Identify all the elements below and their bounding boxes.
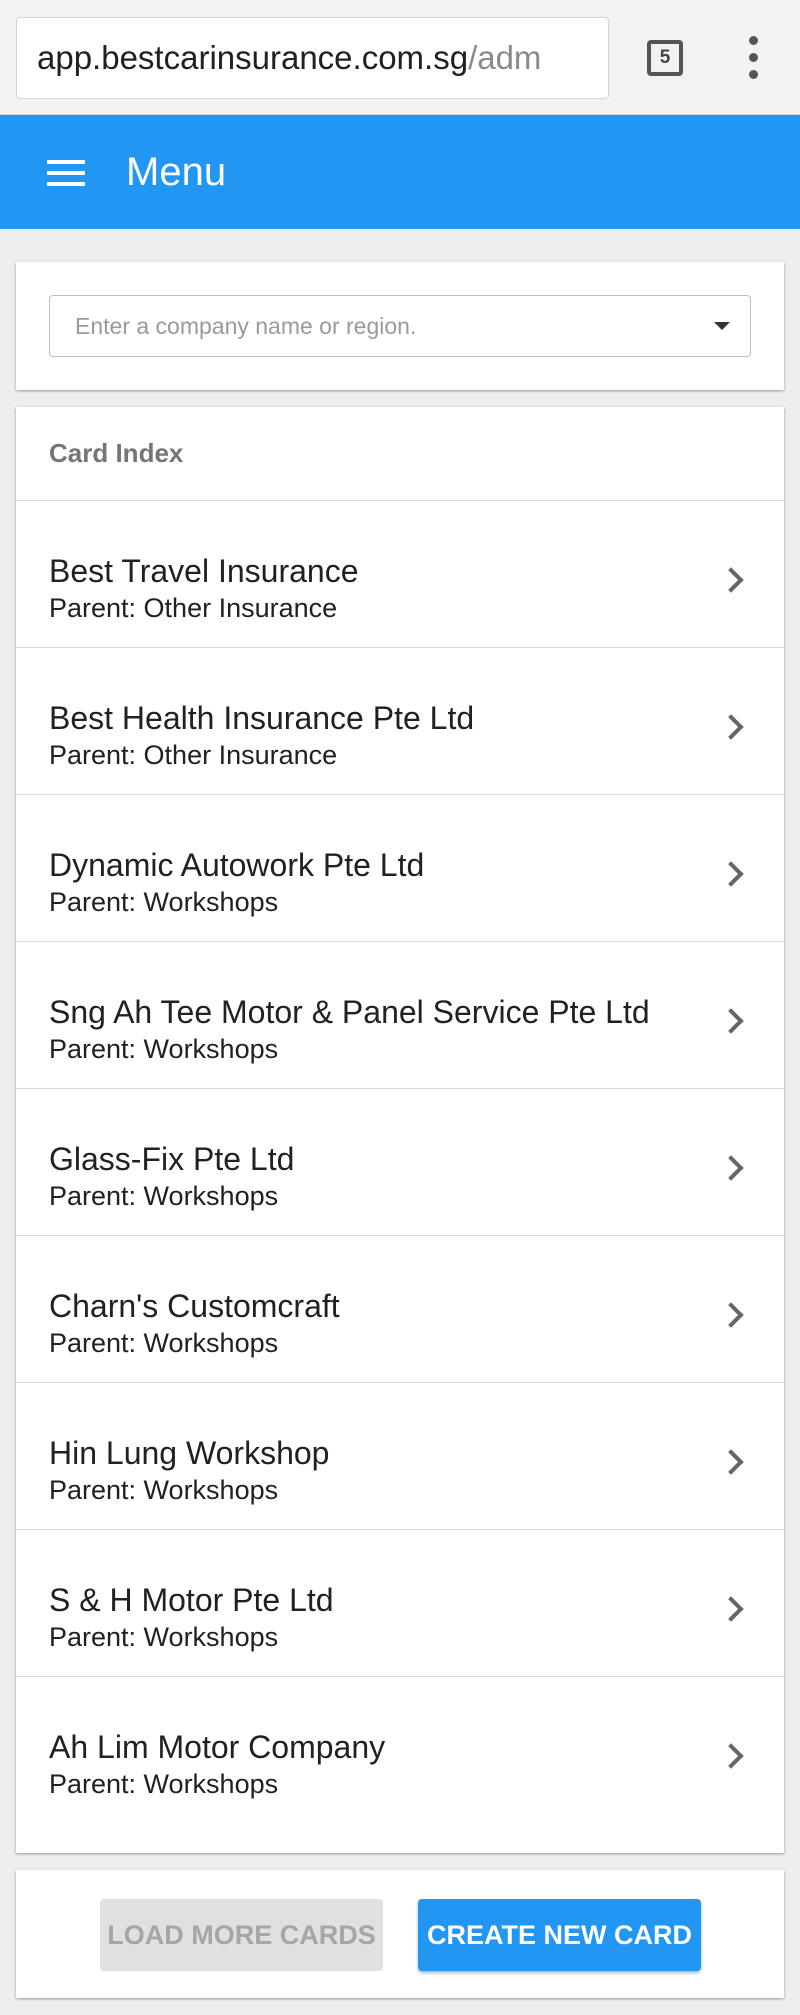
app-bar: Menu [0, 115, 800, 229]
more-vertical-icon[interactable] [742, 36, 766, 80]
tab-switcher-button[interactable]: 5 [647, 40, 683, 76]
company-search-select[interactable]: Enter a company name or region. [49, 295, 751, 357]
list-item[interactable]: Hin Lung Workshop Parent: Workshops [16, 1383, 784, 1530]
actions-card: LOAD MORE CARDS CREATE NEW CARD [16, 1870, 784, 1998]
item-name: S & H Motor Pte Ltd [49, 1582, 334, 1618]
hamburger-icon[interactable] [47, 160, 85, 186]
chevron-right-icon [718, 1449, 744, 1475]
chevron-right-icon [718, 567, 744, 593]
item-parent: Parent: Workshops [49, 1034, 279, 1064]
search-card: Enter a company name or region. [16, 262, 784, 390]
list-item[interactable]: Ah Lim Motor Company Parent: Workshops [16, 1677, 784, 1824]
list-item[interactable]: Glass-Fix Pte Ltd Parent: Workshops [16, 1089, 784, 1236]
list-item[interactable]: Charn's Customcraft Parent: Workshops [16, 1236, 784, 1383]
create-new-card-button[interactable]: CREATE NEW CARD [418, 1899, 701, 1971]
item-name: Best Travel Insurance [49, 553, 359, 589]
item-name: Best Health Insurance Pte Ltd [49, 700, 475, 736]
chevron-right-icon [718, 861, 744, 887]
list-item[interactable]: Dynamic Autowork Pte Ltd Parent: Workshop… [16, 795, 784, 942]
chevron-right-icon [718, 1596, 744, 1622]
url-bar[interactable]: app.bestcarinsurance.com.sg/adm [16, 17, 609, 99]
item-name: Dynamic Autowork Pte Ltd [49, 847, 425, 883]
list-item[interactable]: Best Health Insurance Pte Ltd Parent: Oth… [16, 648, 784, 795]
list-item[interactable]: Sng Ah Tee Motor & Panel Service Pte Ltd… [16, 942, 784, 1089]
card-index-header: Card Index [16, 407, 784, 501]
dropdown-arrow-icon [714, 322, 730, 330]
page-title: Menu [126, 150, 227, 194]
chevron-right-icon [718, 1302, 744, 1328]
card-list: Best Travel Insurance Parent: Other Insur… [16, 501, 784, 1824]
search-placeholder: Enter a company name or region. [75, 313, 417, 339]
chevron-right-icon [718, 1008, 744, 1034]
item-name: Charn's Customcraft [49, 1288, 340, 1324]
browser-toolbar: app.bestcarinsurance.com.sg/adm 5 [0, 0, 800, 115]
chevron-right-icon [718, 1743, 744, 1769]
item-parent: Parent: Other Insurance [49, 593, 338, 623]
item-parent: Parent: Workshops [49, 1769, 279, 1799]
url-domain: app.bestcarinsurance.com.sg [37, 39, 469, 76]
item-name: Hin Lung Workshop [49, 1435, 330, 1471]
url-path: /adm [468, 39, 542, 76]
item-parent: Parent: Workshops [49, 1475, 279, 1505]
item-parent: Parent: Other Insurance [49, 740, 338, 770]
load-more-cards-button[interactable]: LOAD MORE CARDS [100, 1899, 383, 1971]
item-parent: Parent: Workshops [49, 887, 279, 917]
card-index: Card Index Best Travel Insurance Parent: … [16, 407, 784, 1853]
list-item[interactable]: S & H Motor Pte Ltd Parent: Workshops [16, 1530, 784, 1677]
chevron-right-icon [718, 1155, 744, 1181]
item-parent: Parent: Workshops [49, 1181, 279, 1211]
item-name: Sng Ah Tee Motor & Panel Service Pte Ltd [49, 994, 650, 1030]
item-parent: Parent: Workshops [49, 1328, 279, 1358]
chevron-right-icon [718, 714, 744, 740]
item-parent: Parent: Workshops [49, 1622, 279, 1652]
list-item[interactable]: Best Travel Insurance Parent: Other Insur… [16, 501, 784, 648]
item-name: Glass-Fix Pte Ltd [49, 1141, 295, 1177]
item-name: Ah Lim Motor Company [49, 1729, 386, 1765]
